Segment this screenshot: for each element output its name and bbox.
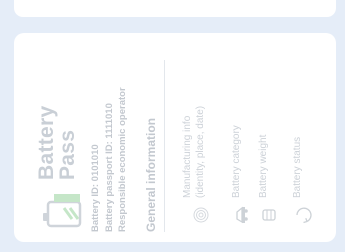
status-label: Battery status [292, 136, 303, 198]
status-icon [296, 207, 312, 224]
battery-pass-card: Battery Pass Battery ID: 0101010 Battery… [14, 33, 336, 242]
manufacturing-sublabel: (identity, place, date) [195, 105, 206, 198]
brand-name: Battery Pass [35, 105, 79, 180]
app-screen: Battery Pass Battery ID: 0101010 Battery… [0, 0, 345, 252]
brand-line-1: Battery [35, 105, 58, 180]
battery-id: Battery ID: 0101010 [90, 144, 101, 232]
section-title: General information [144, 117, 158, 232]
fingerprint-icon [193, 207, 209, 223]
manufacturing-label: Manufacturing info [182, 115, 193, 198]
category-label: Battery category [231, 125, 242, 198]
previous-card [14, 0, 336, 17]
info-row-weight[interactable]: Battery weight [257, 135, 270, 198]
brand-line-2: Pass [56, 129, 79, 180]
rotated-content: Battery Pass Battery ID: 0101010 Battery… [14, 33, 336, 242]
info-row-category[interactable]: Battery category [230, 125, 243, 198]
battery-ids: Battery ID: 0101010 Battery passport ID:… [89, 37, 130, 232]
brand-logo: Battery Pass [35, 38, 84, 228]
weight-icon [262, 209, 276, 221]
info-row-manufacturing[interactable]: Manufacturing info (identity, place, dat… [181, 106, 207, 198]
vehicle-icon [236, 206, 248, 224]
battery-passport-id: Battery passport ID: 1111010 [103, 103, 115, 232]
weight-label: Battery weight [258, 134, 269, 198]
info-row-status[interactable]: Battery status [291, 137, 304, 198]
section-divider [164, 60, 165, 232]
responsible-operator: Responsible economic operator [117, 87, 128, 232]
battery-icon [43, 194, 82, 228]
